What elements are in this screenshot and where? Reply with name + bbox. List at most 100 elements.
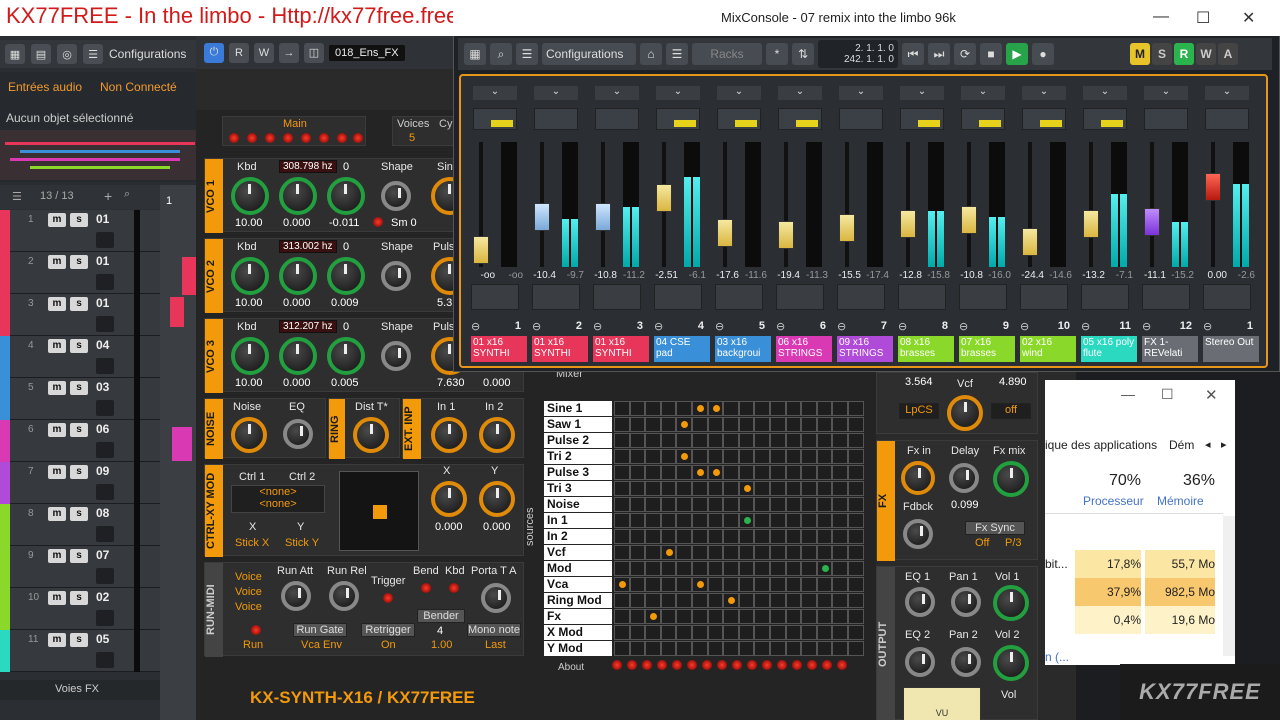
matrix-cell[interactable] bbox=[660, 529, 677, 544]
bend-range[interactable]: 4 bbox=[437, 625, 443, 637]
matrix-cell[interactable] bbox=[691, 513, 708, 528]
link-icon[interactable]: ⊖ bbox=[532, 320, 541, 333]
matrix-cell[interactable] bbox=[769, 561, 786, 576]
matrix-cell[interactable] bbox=[832, 497, 848, 512]
matrix-cell[interactable] bbox=[769, 625, 786, 640]
matrix-cell[interactable] bbox=[691, 497, 708, 512]
matrix-cell[interactable] bbox=[645, 401, 661, 416]
insert-slot[interactable] bbox=[778, 108, 822, 130]
matrix-cell[interactable] bbox=[816, 545, 833, 560]
matrix-cell[interactable] bbox=[676, 497, 692, 512]
track-name[interactable]: 06 bbox=[96, 422, 109, 436]
eq1-knob[interactable] bbox=[905, 587, 935, 617]
fader-handle[interactable] bbox=[595, 202, 611, 231]
matrix-cell[interactable] bbox=[723, 513, 739, 528]
vco1-fine-knob[interactable] bbox=[279, 177, 317, 215]
matrix-cell[interactable] bbox=[629, 561, 646, 576]
arrange-area[interactable]: 1 bbox=[160, 185, 200, 720]
fader-value[interactable]: -17.6 bbox=[709, 270, 739, 281]
vco1-tune-knob[interactable] bbox=[327, 177, 365, 215]
matrix-cell[interactable] bbox=[832, 561, 848, 576]
matrix-cell[interactable] bbox=[785, 529, 802, 544]
main-led[interactable] bbox=[283, 133, 293, 143]
mute-button[interactable]: m bbox=[48, 633, 66, 647]
matrix-cell[interactable] bbox=[614, 641, 630, 656]
link-icon[interactable]: ⊖ bbox=[837, 320, 846, 333]
matrix-cell[interactable] bbox=[847, 481, 864, 496]
fader-handle[interactable] bbox=[473, 235, 489, 264]
matrix-cell[interactable] bbox=[629, 545, 646, 560]
solo-button[interactable]: s bbox=[70, 465, 88, 479]
channel-name[interactable]: 06 x16 STRINGS bbox=[776, 336, 832, 362]
peak-value[interactable]: -7.1 bbox=[1105, 270, 1133, 281]
matrix-cell[interactable] bbox=[723, 481, 739, 496]
matrix-led[interactable] bbox=[612, 660, 622, 670]
peak-value[interactable]: -17.4 bbox=[861, 270, 889, 281]
xy-handle[interactable] bbox=[373, 505, 387, 519]
matrix-cell[interactable] bbox=[614, 433, 630, 448]
matrix-cell[interactable] bbox=[723, 625, 739, 640]
audio-inputs-tab[interactable]: Entrées audio bbox=[8, 80, 82, 94]
channel-name[interactable]: 01 x16 SYNTHI bbox=[593, 336, 649, 362]
matrix-cell[interactable] bbox=[754, 433, 770, 448]
matrix-cell[interactable] bbox=[629, 593, 646, 608]
matrix-cell[interactable] bbox=[660, 481, 677, 496]
matrix-cell[interactable] bbox=[676, 513, 692, 528]
matrix-cell[interactable] bbox=[723, 609, 739, 624]
maximize-icon[interactable]: ☐ bbox=[1161, 386, 1174, 403]
matrix-cell[interactable] bbox=[847, 641, 864, 656]
matrix-cell[interactable] bbox=[738, 465, 755, 480]
read-write-buttons[interactable] bbox=[837, 284, 885, 310]
matrix-cell[interactable] bbox=[707, 433, 724, 448]
vco1-kbd-knob[interactable] bbox=[231, 177, 269, 215]
matrix-cell[interactable] bbox=[645, 529, 661, 544]
ctrl-x-knob[interactable] bbox=[431, 481, 467, 517]
track-name[interactable]: 03 bbox=[96, 380, 109, 394]
layout-icon[interactable]: ▦ bbox=[5, 44, 25, 64]
vco2-fine-knob[interactable] bbox=[279, 257, 317, 295]
track-row[interactable]: 7 m s 09 bbox=[0, 462, 160, 504]
matrix-cell[interactable] bbox=[847, 561, 864, 576]
matrix-cell[interactable] bbox=[723, 529, 739, 544]
fader-value[interactable]: -19.4 bbox=[770, 270, 800, 281]
fader-value[interactable]: -2.51 bbox=[648, 270, 678, 281]
matrix-led[interactable] bbox=[717, 660, 727, 670]
maximize-icon[interactable]: ☐ bbox=[1196, 8, 1210, 28]
pan-icon[interactable]: ⌄ bbox=[900, 86, 944, 100]
matrix-cell[interactable] bbox=[629, 433, 646, 448]
monitor-button[interactable] bbox=[96, 442, 114, 458]
read-write-buttons[interactable] bbox=[532, 284, 580, 310]
mute-button[interactable]: m bbox=[48, 297, 66, 311]
track-name[interactable]: 02 bbox=[96, 590, 109, 604]
solo-button[interactable]: s bbox=[70, 381, 88, 395]
vcf-knob[interactable] bbox=[947, 395, 983, 431]
trigger-led[interactable] bbox=[383, 593, 393, 603]
voice-mode-3[interactable]: Voice bbox=[235, 601, 262, 613]
link-icon[interactable]: ⊖ bbox=[1142, 320, 1151, 333]
peak-value[interactable]: -oo bbox=[495, 270, 523, 281]
matrix-cell[interactable] bbox=[832, 529, 848, 544]
matrix-cell[interactable] bbox=[816, 497, 833, 512]
matrix-cell[interactable] bbox=[676, 609, 692, 624]
track-name[interactable]: 01 bbox=[96, 296, 109, 310]
link-icon[interactable]: ⊖ bbox=[898, 320, 907, 333]
matrix-cell[interactable] bbox=[660, 433, 677, 448]
monitor-button[interactable] bbox=[96, 568, 114, 584]
read-write-buttons[interactable] bbox=[898, 284, 946, 310]
channel-name[interactable]: 09 x16 STRINGS bbox=[837, 336, 893, 362]
matrix-cell[interactable] bbox=[645, 609, 661, 624]
matrix-cell[interactable] bbox=[707, 609, 724, 624]
matrix-cell[interactable] bbox=[847, 449, 864, 464]
fader-handle[interactable] bbox=[656, 183, 672, 212]
matrix-cell[interactable] bbox=[629, 625, 646, 640]
track-row[interactable]: 5 m s 03 bbox=[0, 378, 160, 420]
matrix-cell[interactable] bbox=[645, 433, 661, 448]
matrix-led[interactable] bbox=[687, 660, 697, 670]
insert-slot[interactable] bbox=[1144, 108, 1188, 130]
matrix-cell[interactable] bbox=[629, 609, 646, 624]
track-row[interactable]: 8 m s 08 bbox=[0, 504, 160, 546]
mute-button[interactable]: m bbox=[48, 507, 66, 521]
matrix-cell[interactable] bbox=[614, 481, 630, 496]
fader-handle[interactable] bbox=[1083, 210, 1099, 239]
pan-icon[interactable]: ⌄ bbox=[778, 86, 822, 100]
